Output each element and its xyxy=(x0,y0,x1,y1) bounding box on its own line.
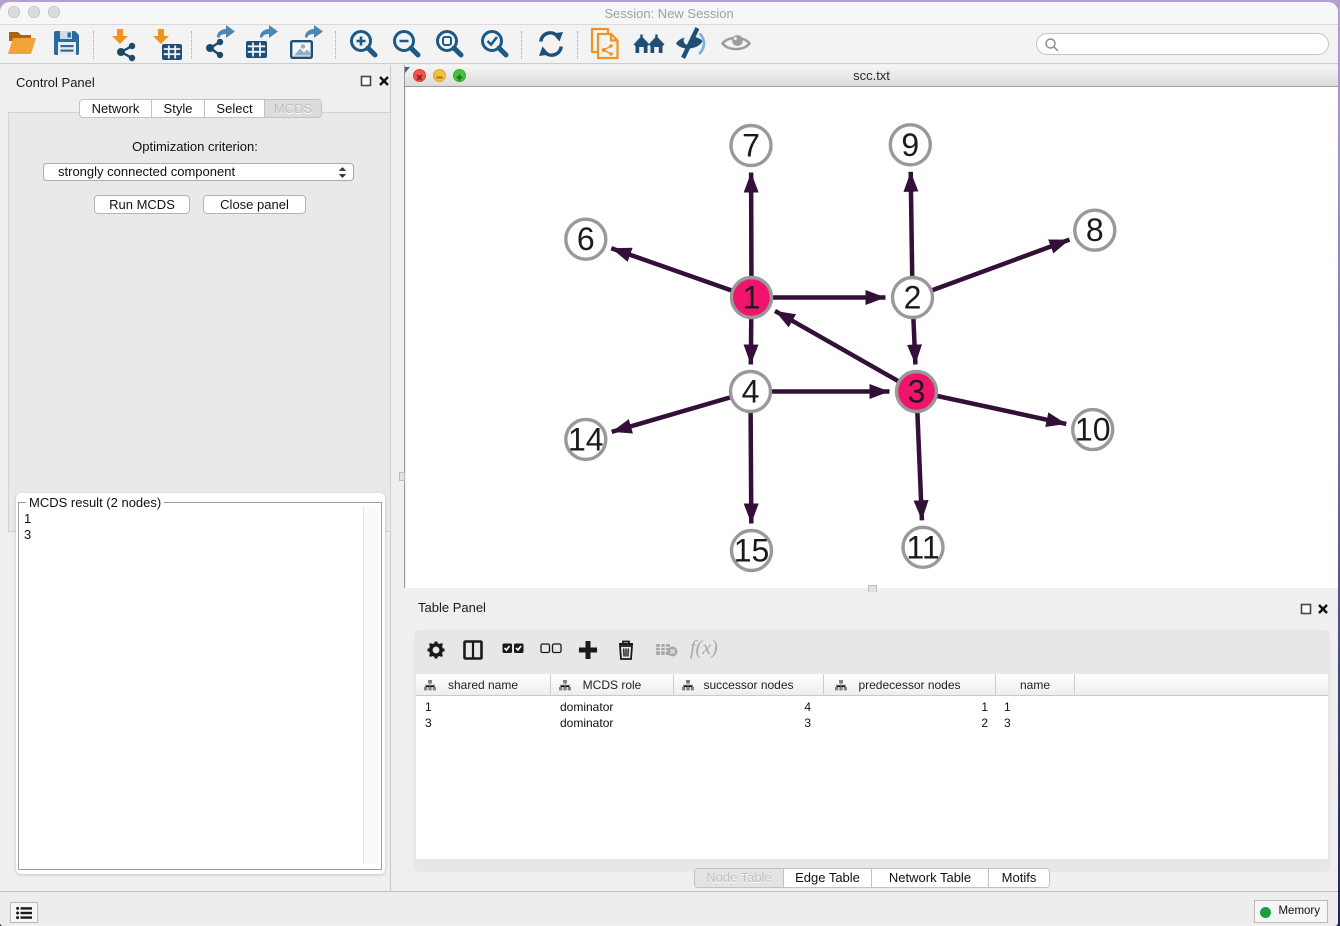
svg-text:10: 10 xyxy=(1075,412,1111,448)
svg-text:14: 14 xyxy=(568,421,604,457)
svg-text:3: 3 xyxy=(908,374,926,410)
svg-text:4: 4 xyxy=(742,374,760,410)
svg-text:15: 15 xyxy=(734,533,770,569)
svg-text:1: 1 xyxy=(743,280,761,316)
svg-text:6: 6 xyxy=(577,221,595,257)
svg-text:8: 8 xyxy=(1086,212,1104,248)
svg-text:11: 11 xyxy=(906,529,939,565)
svg-text:7: 7 xyxy=(742,128,760,164)
svg-text:2: 2 xyxy=(904,280,922,316)
svg-text:9: 9 xyxy=(901,127,919,163)
